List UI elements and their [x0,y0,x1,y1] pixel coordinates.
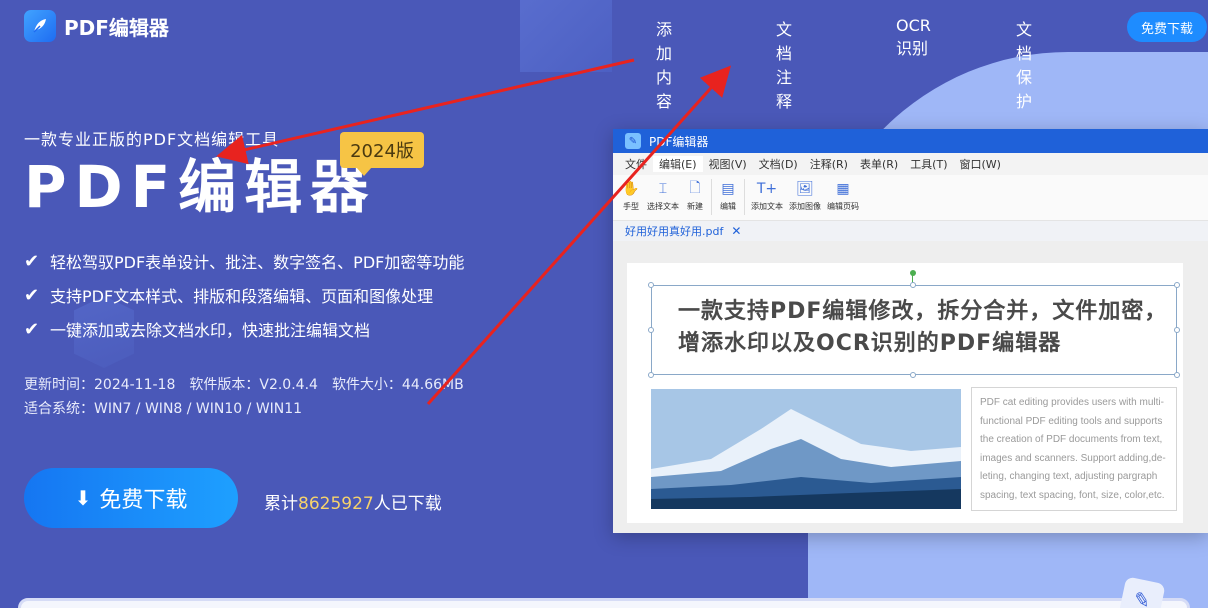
tool-label: 新建 [687,202,703,211]
resize-handle[interactable] [910,372,916,378]
software-version: 软件版本：V2.0.4.4 [189,377,318,393]
software-meta: 更新时间：2024-11-18 软件版本：V2.0.4.4 软件大小：44.66MB [24,374,478,394]
document-tab[interactable]: 好用好用真好用.pdf [625,223,723,239]
mountain-image [651,389,961,509]
feature-item: ✔ 一键添加或去除文档水印，快速批注编辑文档 [24,312,464,346]
menu-file[interactable]: 文件 [619,156,653,172]
main-download-label: 免费下载 [99,487,188,512]
app-menubar: 文件 编辑(E) 视图(V) 文档(D) 注释(R) 表单(R) 工具(T) 窗… [613,153,1208,175]
tool-label: 手型 [623,202,639,211]
software-size: 软件大小：44.66MB [331,377,464,393]
resize-handle[interactable] [1174,327,1180,333]
close-icon[interactable]: ✕ [731,224,741,238]
app-titlebar: ✎ PDF编辑器 [613,129,1208,153]
menu-edit[interactable]: 编辑(E) [653,156,703,172]
tool-edit[interactable]: ▤ 编辑 [718,179,738,212]
download-icon: ⬇ [74,487,92,510]
feather-pen-icon [24,10,56,42]
tool-label: 添加文本 [751,202,783,211]
hand-icon: ✋ [622,181,640,197]
text-cursor-icon: ⌶ [658,181,668,197]
resize-handle[interactable] [1174,372,1180,378]
feature-text: 一键添加或去除文档水印，快速批注编辑文档 [50,321,371,340]
page-number-icon: ▦ [836,181,850,197]
menu-view[interactable]: 视图(V) [703,156,753,172]
app-toolbar: ✋ 手型 ⌶ 选择文本 🗋 新建 ▤ 编辑 T+ 添加文本 🖼 添加图像 ▦ 编辑页码 [613,175,1208,221]
nav-annotation[interactable]: 文档注释 [776,16,792,112]
nav-ocr[interactable]: OCR识别 [896,16,931,59]
counter-suffix: 人已下载 [373,494,442,514]
menu-form[interactable]: 表单(R) [854,156,904,172]
feature-text: 支持PDF文本样式、排版和段落编辑、页面和图像处理 [50,287,434,306]
tool-label: 编辑 [720,202,736,211]
check-icon: ✔ [24,250,40,272]
add-image-icon: 🖼 [796,181,814,197]
menu-window[interactable]: 窗口(W) [954,156,1007,172]
decorative-cube [520,0,612,72]
tool-label: 编辑页码 [827,202,859,211]
menu-annotate[interactable]: 注释(R) [804,156,854,172]
tool-page-number[interactable]: ▦ 编辑页码 [827,179,859,212]
resize-handle[interactable] [910,282,916,288]
check-icon: ✔ [24,284,40,306]
main-download-button[interactable]: ⬇ 免费下载 [24,468,238,528]
feature-item: ✔ 支持PDF文本样式、排版和段落编辑、页面和图像处理 [24,278,464,312]
app-title: PDF编辑器 [649,134,709,149]
new-file-icon: 🗋 [689,180,701,196]
toolbar-divider [744,179,745,215]
document-area: 一款支持PDF编辑修改，拆分合并，文件加密，增添水印以及OCR识别的PDF编辑器… [613,241,1208,533]
nav-protection[interactable]: 文档保护 [1016,16,1032,112]
feature-item: ✔ 轻松驾驭PDF表单设计、批注、数字签名、PDF加密等功能 [24,244,464,278]
counter-prefix: 累计 [264,494,298,514]
tool-new[interactable]: 🗋 新建 [685,179,705,212]
add-text-icon: T+ [756,181,778,197]
selected-text-box[interactable]: 一款支持PDF编辑修改，拆分合并，文件加密，增添水印以及OCR识别的PDF编辑器 [651,285,1177,375]
feature-text: 轻松驾驭PDF表单设计、批注、数字签名、PDF加密等功能 [50,253,465,272]
download-counter: 累计8625927人已下载 [264,489,442,514]
resize-handle[interactable] [648,282,654,288]
header-download-button[interactable]: 免费下载 [1127,12,1207,42]
document-page: 一款支持PDF编辑修改，拆分合并，文件加密，增添水印以及OCR识别的PDF编辑器… [627,263,1183,523]
english-text-box[interactable]: PDF cat editing provides users with mult… [971,387,1177,511]
app-preview-window: ✎ PDF编辑器 文件 编辑(E) 视图(V) 文档(D) 注释(R) 表单(R… [613,129,1208,533]
check-icon: ✔ [24,318,40,340]
hero-subtitle: 一款专业正版的PDF文档编辑工具 [24,130,280,149]
rotate-handle[interactable] [910,270,916,276]
version-badge: 2024版 [340,132,424,176]
resize-handle[interactable] [648,372,654,378]
hero-title: PDF编辑器 [24,153,377,221]
tool-label: 选择文本 [647,202,679,211]
app-logo-icon: ✎ [625,133,641,149]
tool-label: 添加图像 [789,202,821,211]
counter-number: 8625927 [298,494,374,514]
tool-hand[interactable]: ✋ 手型 [621,179,641,212]
toolbar-divider [711,179,712,215]
tool-add-image[interactable]: 🖼 添加图像 [789,179,821,212]
tool-select-text[interactable]: ⌶ 选择文本 [647,179,679,212]
edit-icon: ▤ [721,181,735,197]
logo-text: PDF编辑器 [64,15,169,40]
resize-handle[interactable] [1174,282,1180,288]
tool-add-text[interactable]: T+ 添加文本 [751,179,783,212]
feature-list: ✔ 轻松驾驭PDF表单设计、批注、数字签名、PDF加密等功能 ✔ 支持PDF文本… [24,244,464,346]
supported-systems: 适合系统：WIN7 / WIN8 / WIN10 / WIN11 [24,401,303,417]
nav-add-content[interactable]: 添加内容 [656,16,672,112]
resize-handle[interactable] [648,327,654,333]
document-tabbar: 好用好用真好用.pdf ✕ [613,221,1208,241]
bottom-panel-edge [18,598,1190,608]
update-time: 更新时间：2024-11-18 [24,377,176,393]
menu-tools[interactable]: 工具(T) [904,156,953,172]
menu-document[interactable]: 文档(D) [753,156,804,172]
site-logo[interactable]: PDF编辑器 [24,10,169,42]
